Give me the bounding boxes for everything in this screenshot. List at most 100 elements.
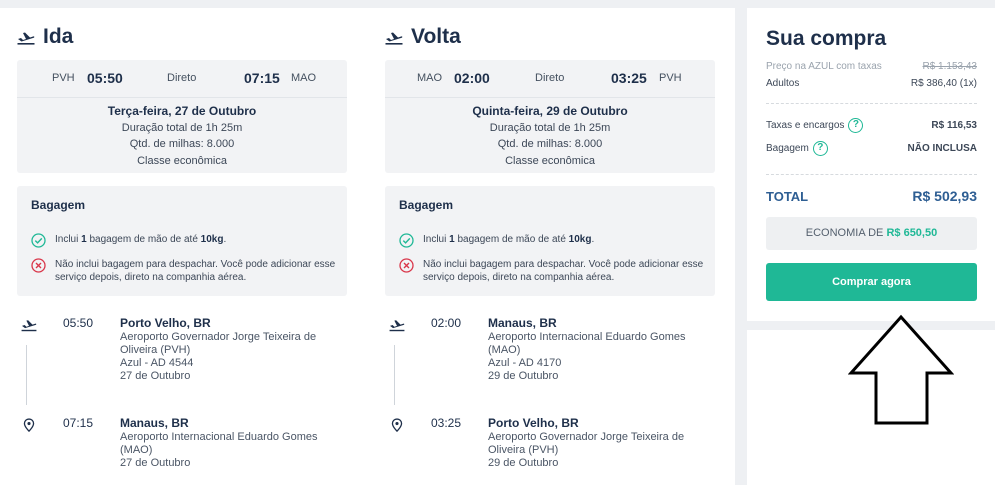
taxes-value: R$ 116,53 bbox=[931, 120, 977, 131]
inbound-baggage-box: Bagagem Inclui 1 bagagem de mão de até 1… bbox=[385, 186, 715, 296]
location-pin-icon bbox=[23, 418, 35, 432]
airplane-takeoff-icon bbox=[21, 320, 37, 332]
outbound-header: Ida bbox=[17, 25, 73, 49]
checked-bag-text: Não inclui bagagem para despachar. Você … bbox=[423, 259, 704, 283]
dest-code: MAO bbox=[291, 72, 317, 84]
leg-time: 07:15 bbox=[63, 416, 94, 430]
inbound-summary: MAO 02:00 Direto 03:25 PVH Quinta-feira,… bbox=[385, 60, 715, 173]
leg-info: Aeroporto Governador Jorge Teixeira de O… bbox=[120, 331, 340, 383]
inbound-details: Quinta-feira, 29 de Outubro Duração tota… bbox=[385, 103, 715, 169]
leg-date: 29 de Outubro bbox=[488, 370, 559, 382]
divider bbox=[385, 97, 715, 98]
outbound-details: Terça-feira, 27 de Outubro Duração total… bbox=[17, 103, 347, 169]
outbound-title: Ida bbox=[43, 25, 74, 48]
adults-value: R$ 386,40 (1x) bbox=[910, 78, 977, 89]
flight-type: Direto bbox=[167, 72, 197, 84]
carry-weight: 10kg bbox=[568, 234, 592, 245]
savings-banner: ECONOMIA DE R$ 650,50 bbox=[766, 217, 977, 250]
leg-airport: Aeroporto Governador Jorge Teixeira de O… bbox=[488, 431, 685, 456]
flight-duration: Duração total de 1h 25m bbox=[121, 121, 243, 134]
location-pin-icon bbox=[391, 418, 403, 432]
flight-class: Classe econômica bbox=[137, 154, 227, 167]
arrival-time: 03:25 bbox=[611, 70, 647, 86]
x-circle-icon bbox=[399, 258, 414, 273]
leg-airport: Aeroporto Governador Jorge Teixeira de O… bbox=[120, 331, 317, 356]
leg-info: Aeroporto Governador Jorge Teixeira de O… bbox=[488, 431, 708, 470]
departure-time: 02:00 bbox=[454, 70, 490, 86]
leg-flight: Azul - AD 4544 bbox=[120, 357, 194, 369]
flight-miles: Qtd. de milhas: 8.000 bbox=[497, 138, 603, 150]
leg-time: 05:50 bbox=[63, 316, 94, 330]
leg-city: Porto Velho, BR bbox=[488, 416, 579, 430]
divider bbox=[766, 174, 977, 175]
flight-miles: Qtd. de milhas: 8.000 bbox=[129, 138, 235, 150]
arrival-time: 07:15 bbox=[244, 70, 280, 86]
leg-time: 02:00 bbox=[431, 316, 462, 330]
taxes-label: Taxas e encargos bbox=[766, 120, 845, 132]
divider bbox=[17, 97, 347, 98]
savings-value: R$ 650,50 bbox=[886, 227, 938, 239]
carry-text-end: . bbox=[223, 234, 227, 245]
carry-text: Inclui bbox=[55, 234, 82, 245]
adults-label: Adultos bbox=[766, 78, 800, 89]
leg-city: Manaus, BR bbox=[120, 416, 189, 430]
airline-price-value: R$ 1.153,43 bbox=[922, 61, 978, 72]
inbound-header: Volta bbox=[385, 25, 461, 49]
carry-text-mid: bagagem de mão de até bbox=[454, 234, 569, 245]
outbound-baggage-box: Bagagem Inclui 1 bagagem de mão de até 1… bbox=[17, 186, 347, 296]
carry-text-end: . bbox=[591, 234, 595, 245]
divider bbox=[766, 103, 977, 104]
leg-date: 27 de Outubro bbox=[120, 457, 191, 469]
leg-airport: Aeroporto Internacional Eduardo Gomes (M… bbox=[488, 331, 686, 356]
leg-airport: Aeroporto Internacional Eduardo Gomes (M… bbox=[120, 431, 318, 456]
leg-info: Aeroporto Internacional Eduardo Gomes (M… bbox=[488, 331, 708, 383]
carry-text: Inclui bbox=[423, 234, 450, 245]
baggage-label: Bagagem bbox=[766, 143, 809, 155]
outbound-times-row: PVH 05:50 Direto 07:15 MAO bbox=[17, 70, 347, 88]
check-circle-icon bbox=[31, 233, 46, 248]
leg-city: Manaus, BR bbox=[488, 316, 557, 330]
airline-price-label: Preço na AZUL com taxas bbox=[766, 61, 882, 72]
leg-time: 03:25 bbox=[431, 416, 462, 430]
origin-code: MAO bbox=[417, 72, 443, 84]
flight-duration: Duração total de 1h 25m bbox=[489, 121, 611, 134]
itinerary-card: Ida PVH 05:50 Direto 07:15 MAO Terça-fei… bbox=[0, 8, 735, 485]
help-circle-icon[interactable]: ? bbox=[812, 141, 828, 156]
leg-date: 29 de Outubro bbox=[488, 457, 559, 469]
airplane-takeoff-icon bbox=[385, 32, 403, 45]
baggage-title: Bagagem bbox=[31, 198, 86, 212]
flight-date: Terça-feira, 27 de Outubro bbox=[107, 104, 257, 118]
airplane-takeoff-icon bbox=[17, 32, 35, 45]
baggage-title: Bagagem bbox=[399, 198, 454, 212]
x-circle-icon bbox=[31, 258, 46, 273]
purchase-title: Sua compra bbox=[766, 27, 887, 50]
check-circle-icon bbox=[399, 233, 414, 248]
origin-code: PVH bbox=[52, 72, 75, 84]
flight-type: Direto bbox=[535, 72, 565, 84]
carry-text-mid: bagagem de mão de até bbox=[86, 234, 201, 245]
total-value: R$ 502,93 bbox=[912, 188, 977, 204]
outbound-summary: PVH 05:50 Direto 07:15 MAO Terça-feira, … bbox=[17, 60, 347, 173]
departure-time: 05:50 bbox=[87, 70, 123, 86]
buy-now-button[interactable]: Comprar agora bbox=[766, 263, 977, 301]
route-line bbox=[394, 345, 395, 405]
purchase-summary-card: Sua compra Preço na AZUL com taxas R$ 1.… bbox=[747, 8, 995, 321]
up-arrow-annotation bbox=[848, 314, 954, 425]
inbound-times-row: MAO 02:00 Direto 03:25 PVH bbox=[385, 70, 715, 88]
baggage-value: NÃO INCLUSA bbox=[907, 143, 977, 154]
airplane-takeoff-icon bbox=[389, 320, 405, 332]
help-circle-icon[interactable]: ? bbox=[848, 118, 864, 133]
total-label: TOTAL bbox=[766, 189, 809, 204]
flight-class: Classe econômica bbox=[505, 154, 595, 167]
savings-label: ECONOMIA DE bbox=[805, 227, 887, 239]
inbound-title: Volta bbox=[411, 25, 461, 48]
leg-flight: Azul - AD 4170 bbox=[488, 357, 562, 369]
carry-weight: 10kg bbox=[200, 234, 224, 245]
flight-date: Quinta-feira, 29 de Outubro bbox=[472, 104, 628, 118]
leg-city: Porto Velho, BR bbox=[120, 316, 211, 330]
leg-date: 27 de Outubro bbox=[120, 370, 191, 382]
dest-code: PVH bbox=[659, 72, 682, 84]
leg-info: Aeroporto Internacional Eduardo Gomes (M… bbox=[120, 431, 340, 470]
checked-bag-text: Não inclui bagagem para despachar. Você … bbox=[55, 259, 336, 283]
route-line bbox=[26, 345, 27, 405]
